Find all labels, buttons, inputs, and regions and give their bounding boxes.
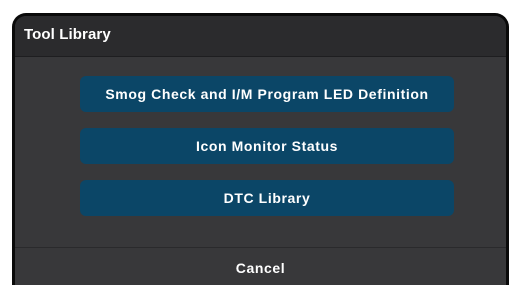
option-list: Smog Check and I/M Program LED Definitio… [15,57,506,247]
cancel-button[interactable]: Cancel [15,248,506,285]
screen: Tool Library Smog Check and I/M Program … [0,0,521,285]
dialog-header: Tool Library [15,16,506,57]
dialog-title: Tool Library [24,26,111,43]
icon-monitor-status-button[interactable]: Icon Monitor Status [80,128,454,164]
smog-check-led-definition-button[interactable]: Smog Check and I/M Program LED Definitio… [80,76,454,112]
dtc-library-button[interactable]: DTC Library [80,180,454,216]
tool-library-dialog: Tool Library Smog Check and I/M Program … [12,13,509,285]
